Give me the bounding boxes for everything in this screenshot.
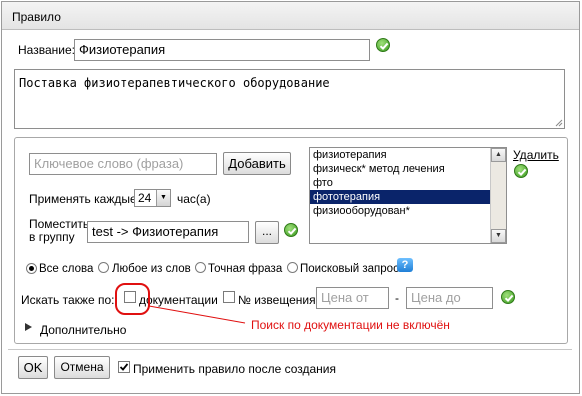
schedule-value: 24	[138, 191, 152, 205]
keyword-list-item[interactable]: фто	[310, 176, 490, 190]
expand-triangle-icon[interactable]	[24, 322, 33, 332]
documents-label: документации	[139, 293, 218, 307]
documents-checkbox[interactable]	[124, 291, 136, 303]
radio-exact-phrase-label: Точная фраза	[208, 263, 283, 275]
keyword-list-item[interactable]: физиотерапия	[310, 148, 490, 162]
radio-search-query[interactable]	[287, 262, 298, 273]
add-keyword-button[interactable]: Добавить	[223, 152, 291, 175]
radio-search-query-label: Поисковый запрос	[300, 263, 399, 275]
cancel-button[interactable]: Отмена	[54, 356, 110, 379]
dialog-title: Правило	[12, 10, 61, 24]
schedule-label: Применять каждые	[29, 192, 137, 206]
listbox-scrollbar[interactable]: ▲ ▼	[490, 148, 506, 243]
chevron-down-icon[interactable]: ▼	[156, 190, 170, 206]
radio-any-word[interactable]	[98, 262, 109, 273]
group-label: Поместить в группу	[29, 217, 90, 244]
description-textarea[interactable]: Поставка физиотерапевтического оборудова…	[14, 69, 565, 129]
checkmark-icon	[119, 363, 129, 371]
name-input[interactable]: Физиотерапия	[74, 39, 370, 61]
radio-any-word-label: Любое из слов	[112, 263, 191, 275]
scroll-up-icon[interactable]: ▲	[491, 148, 506, 162]
ok-button[interactable]: OK	[18, 356, 48, 379]
group-input[interactable]: test -> Физиотерапия	[87, 221, 249, 243]
price-separator: -	[395, 291, 399, 305]
keywords-listbox[interactable]: физиотерапия физическ* метод лечения фто фо…	[309, 147, 507, 244]
keyword-list-item[interactable]: фототерапия	[310, 190, 490, 204]
annotation-text: Поиск по документации не включён	[251, 318, 450, 332]
resize-grip-icon[interactable]	[555, 119, 563, 127]
radio-exact-phrase[interactable]	[195, 262, 206, 273]
keyword-list-item[interactable]: физическ* метод лечения	[310, 162, 490, 176]
footer-divider	[8, 349, 572, 350]
browse-group-button[interactable]: ...	[255, 221, 279, 244]
radio-all-words-label: Все слова	[39, 263, 94, 275]
notice-number-label: № извещения	[238, 293, 316, 307]
advanced-toggle[interactable]: Дополнительно	[40, 323, 126, 337]
help-icon[interactable]: ?	[397, 258, 413, 272]
scroll-down-icon[interactable]: ▼	[491, 229, 506, 243]
keyword-list-item[interactable]: физиооборудован*	[310, 204, 490, 218]
keywords-items: физиотерапия физическ* метод лечения фто фо…	[310, 148, 506, 218]
dialog-titlebar: Правило	[2, 2, 579, 30]
group-ok-icon	[284, 223, 298, 237]
schedule-unit: час(а)	[177, 192, 211, 206]
apply-after-create-label: Применить правило после создания	[133, 362, 337, 376]
schedule-select[interactable]: 24 ▼	[134, 189, 171, 207]
delete-keyword-link[interactable]: Удалить	[513, 148, 559, 162]
name-ok-icon	[376, 38, 390, 52]
apply-after-create-checkbox[interactable]	[118, 361, 130, 373]
price-ok-icon	[501, 290, 515, 304]
radio-all-words[interactable]	[26, 263, 37, 274]
search-also-label: Искать также по:	[21, 293, 115, 307]
notice-number-checkbox[interactable]	[223, 291, 235, 303]
price-from-input[interactable]: Цена от	[316, 287, 389, 309]
name-label: Название:	[18, 43, 75, 57]
price-to-input[interactable]: Цена до	[406, 287, 493, 309]
keyword-input[interactable]: Ключевое слово (фраза)	[29, 153, 217, 175]
list-ok-icon	[514, 164, 528, 178]
